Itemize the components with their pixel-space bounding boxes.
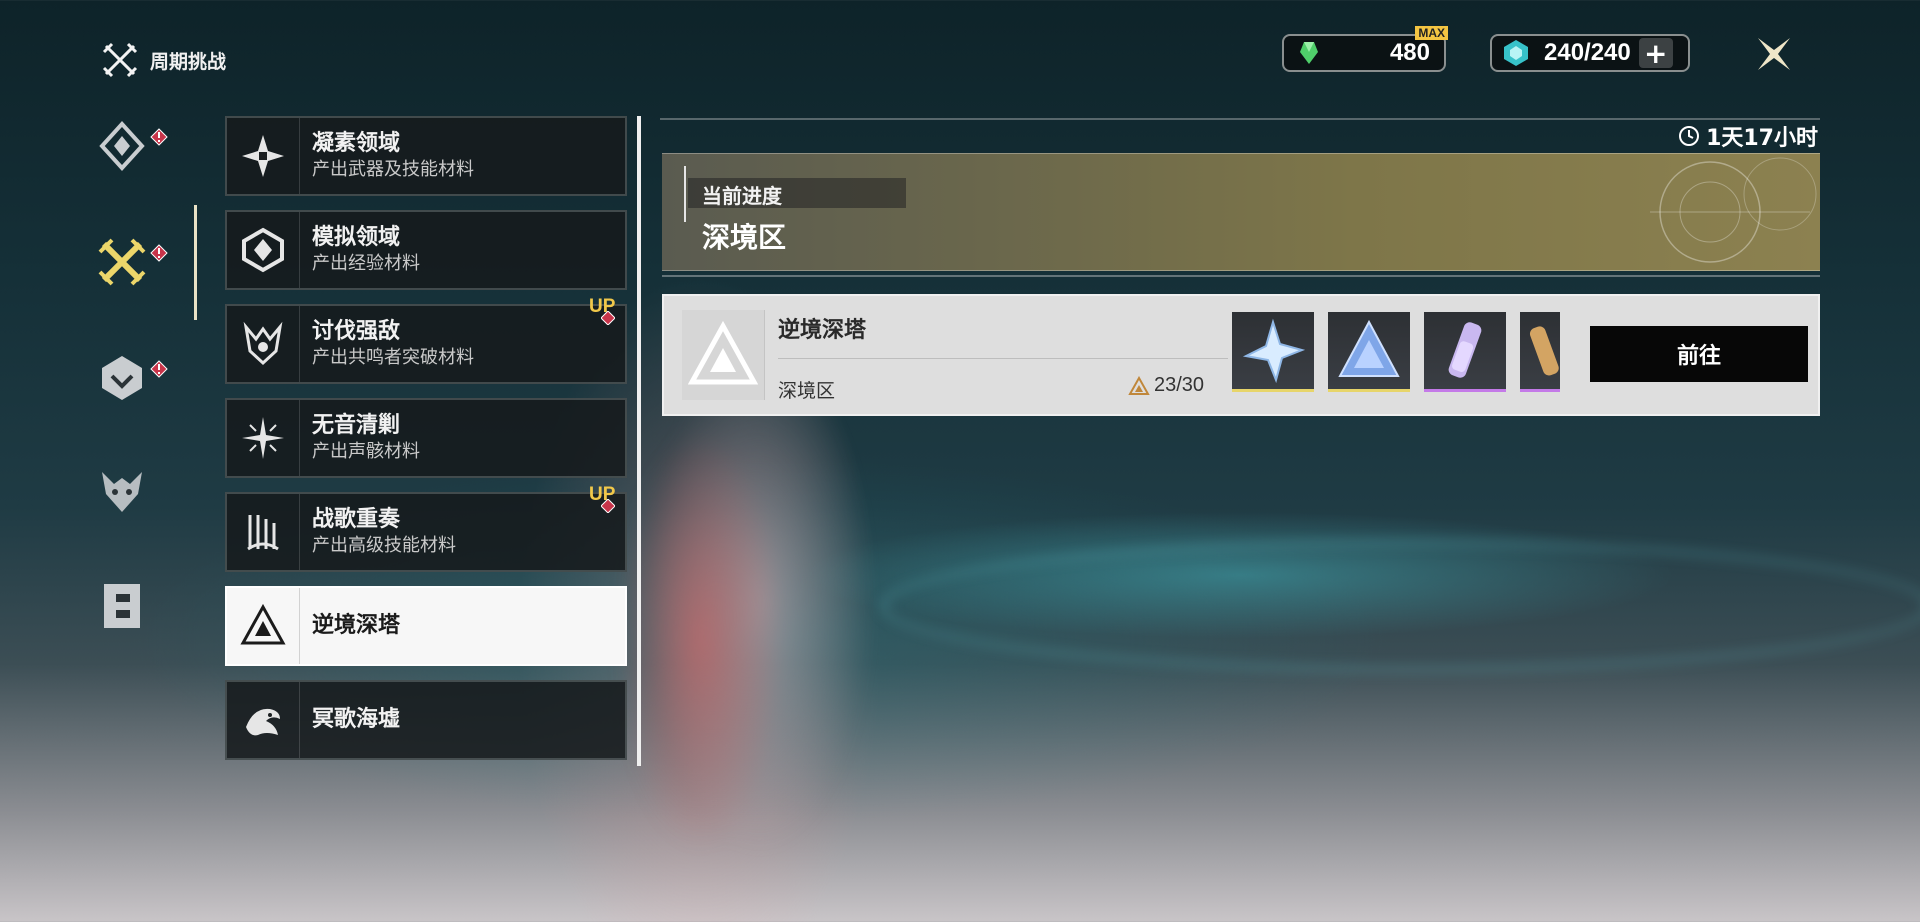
vial-icon xyxy=(1529,326,1559,376)
primary-currency[interactable]: 240/240 + xyxy=(1490,34,1690,72)
list-item-desc: 产出共鸣者突破材料 xyxy=(312,347,474,368)
teal-crystal-icon xyxy=(1504,40,1528,66)
tower-triangle-icon xyxy=(227,588,300,664)
list-item-name: 冥歌海墟 xyxy=(312,707,401,732)
refresh-timer: 1天17小时 xyxy=(1678,120,1818,152)
list-item-ningsu[interactable]: 凝素领域 产出武器及技能材料 xyxy=(225,116,627,196)
list-item-desc: 产出高级技能材料 xyxy=(312,535,456,556)
list-item-desc: 产出武器及技能材料 xyxy=(312,159,474,180)
triangle-crystal-icon xyxy=(1338,319,1400,377)
card-subtitle: 深境区 xyxy=(778,380,836,402)
green-crystal-icon xyxy=(1300,42,1318,64)
ningsu-icon xyxy=(227,118,300,194)
list-item-warsong[interactable]: 战歌重奏 产出高级技能材料 UP xyxy=(225,484,627,572)
timer-divider xyxy=(660,118,1820,120)
progress-value: 深境区 xyxy=(702,221,787,254)
banner-accent-line xyxy=(684,166,686,222)
list-item-hymn-ruins[interactable]: 冥歌海墟 xyxy=(225,680,627,760)
alert-badge xyxy=(150,360,168,378)
banner-divider xyxy=(662,275,1820,277)
alert-badge xyxy=(150,244,168,262)
alert-badge xyxy=(150,128,168,146)
card-separator xyxy=(778,358,1228,359)
list-item-name: 逆境深塔 xyxy=(312,613,401,638)
page-header: 周期挑战 xyxy=(100,40,226,80)
close-icon[interactable] xyxy=(1752,32,1796,76)
page-title: 周期挑战 xyxy=(150,50,227,73)
list-item-tower[interactable]: 逆境深塔 xyxy=(225,586,627,666)
simulation-icon xyxy=(227,212,300,288)
progress-count: 23/30 xyxy=(1128,374,1204,397)
category-active-indicator xyxy=(194,205,197,320)
banner-decoration xyxy=(1650,157,1817,263)
crossed-swords-category-icon[interactable] xyxy=(96,236,148,288)
list-item-desc: 产出声骸材料 xyxy=(312,441,420,462)
go-button[interactable]: 前往 xyxy=(1590,326,1808,382)
star-crystal-icon xyxy=(1242,318,1306,384)
hexagon-category-icon[interactable] xyxy=(96,352,148,404)
list-item-name: 战歌重奏 xyxy=(312,507,401,532)
gate-category-icon[interactable] xyxy=(96,580,148,632)
add-currency-button[interactable]: + xyxy=(1638,37,1673,70)
crossed-swords-icon xyxy=(102,42,138,78)
progress-banner: 当前进度 深境区 xyxy=(662,153,1820,271)
progress-label: 当前进度 xyxy=(702,184,782,208)
primary-currency-value: 240/240 xyxy=(1544,39,1631,66)
card-title: 逆境深塔 xyxy=(778,318,867,343)
list-scrollbar[interactable] xyxy=(637,116,641,766)
vial-icon xyxy=(1448,322,1482,378)
up-badge: UP xyxy=(589,296,623,330)
alert-icon xyxy=(601,311,615,325)
activity-list: 凝素领域 产出武器及技能材料 模拟领域 产出经验材料 讨伐强敌 产出共鸣者突破材… xyxy=(225,116,627,774)
up-badge: UP xyxy=(589,484,623,518)
secondary-currency-value: 480 xyxy=(1389,39,1430,66)
progress-count-text: 23/30 xyxy=(1154,374,1205,396)
background-glow-ring xyxy=(880,540,1920,672)
timer-text: 1天17小时 xyxy=(1706,126,1818,151)
boss-icon xyxy=(227,306,300,382)
max-badge: MAX xyxy=(1415,26,1448,40)
reward-item[interactable] xyxy=(1520,312,1560,392)
list-item-simulation[interactable]: 模拟领域 产出经验材料 xyxy=(225,210,627,290)
warsong-icon xyxy=(227,494,300,570)
tower-card-icon xyxy=(682,310,765,400)
list-item-name: 讨伐强敌 xyxy=(312,319,401,344)
sea-creature-icon xyxy=(227,682,300,758)
demon-mask-category-icon[interactable] xyxy=(96,466,148,518)
list-item-name: 凝素领域 xyxy=(312,131,401,156)
secondary-currency[interactable]: 480 MAX xyxy=(1282,26,1448,72)
reward-item[interactable] xyxy=(1328,312,1410,392)
list-item-boss[interactable]: 讨伐强敌 产出共鸣者突破材料 UP xyxy=(225,296,627,384)
alert-icon xyxy=(601,499,615,513)
triangle-token-icon xyxy=(1128,375,1150,395)
challenge-card: 逆境深塔 深境区 23/30 前往 xyxy=(662,294,1820,416)
reward-item[interactable] xyxy=(1424,312,1506,392)
diamond-category-icon[interactable] xyxy=(96,120,148,172)
list-item-desc: 产出经验材料 xyxy=(312,253,420,274)
list-item-name: 无音清剿 xyxy=(312,413,401,438)
list-item-echo[interactable]: 无音清剿 产出声骸材料 xyxy=(225,398,627,478)
list-item-name: 模拟领域 xyxy=(312,225,401,250)
echo-icon xyxy=(227,400,300,476)
clock-icon xyxy=(1679,126,1700,146)
reward-item[interactable] xyxy=(1232,312,1314,392)
